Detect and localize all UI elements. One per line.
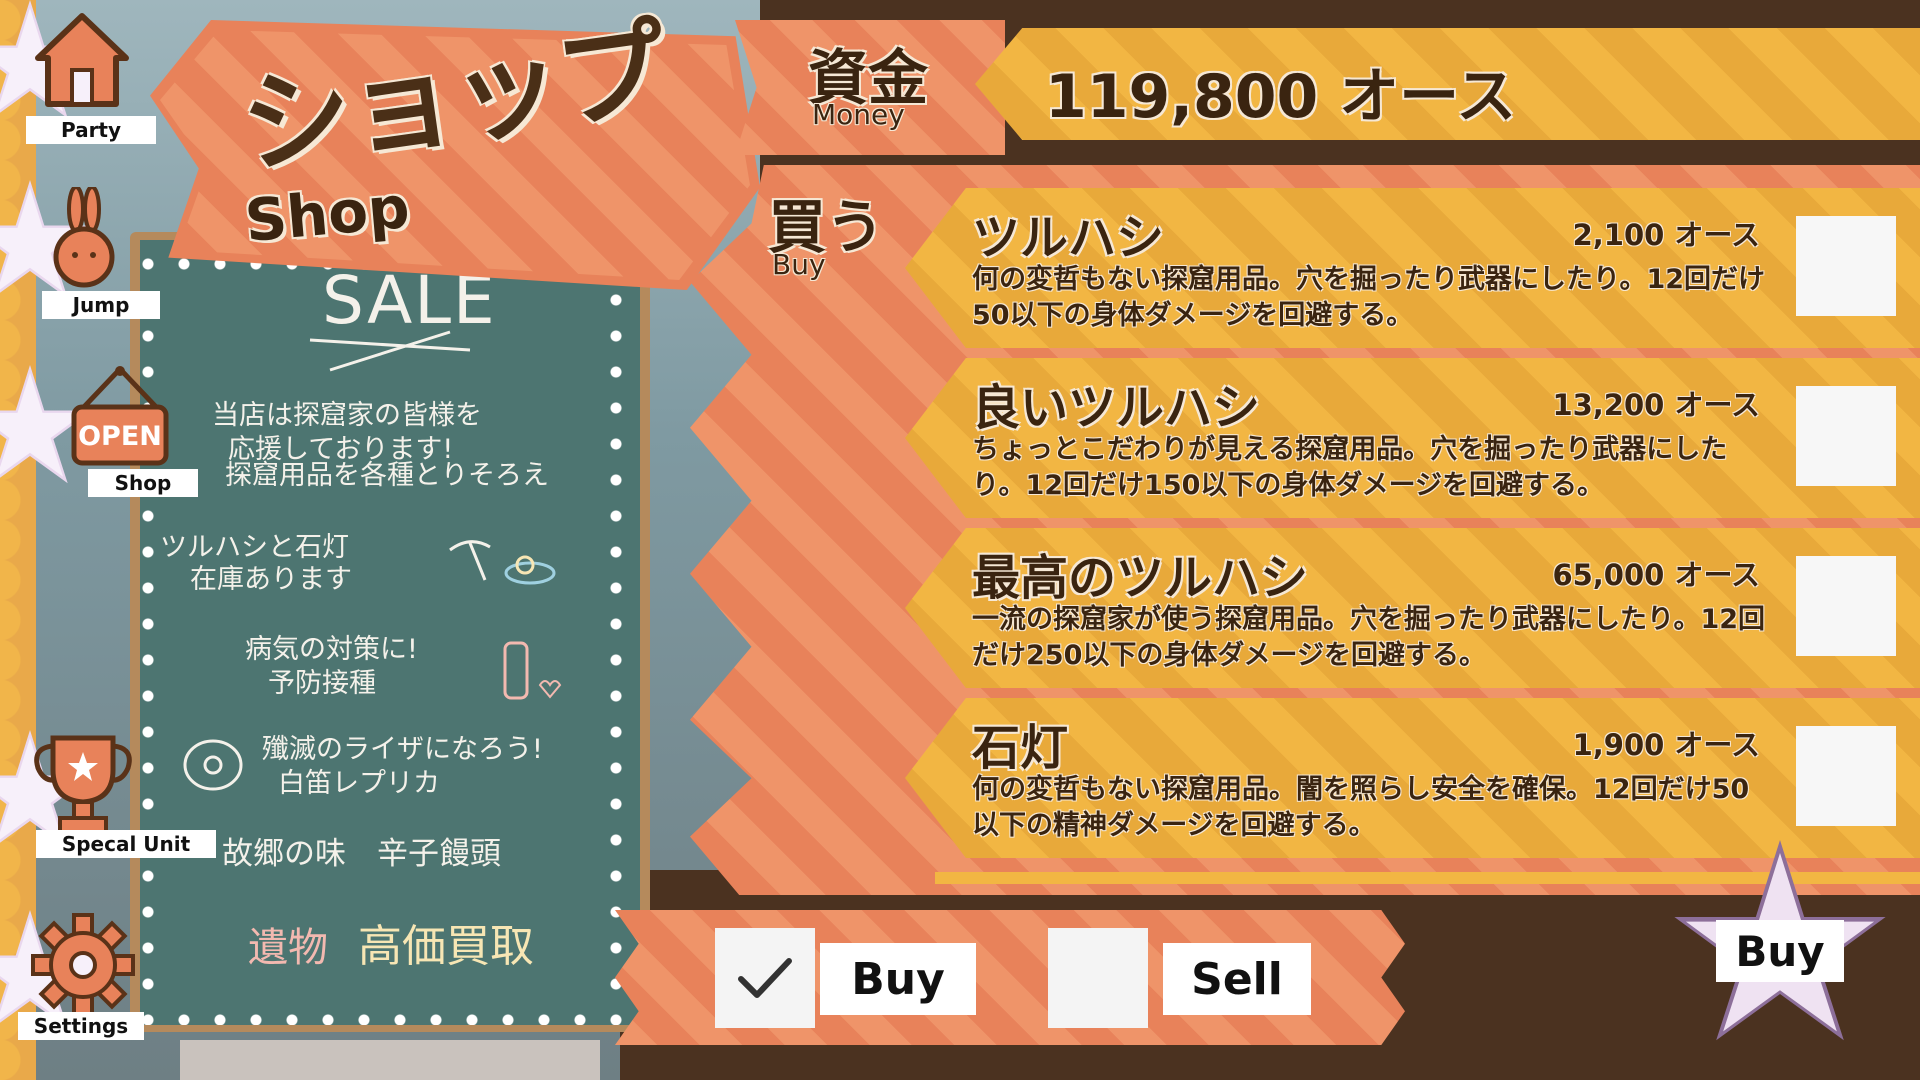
chalkboard-notice-5a: 遺物: [248, 925, 328, 971]
sidebar-item-settings[interactable]: Settings: [0, 900, 175, 1050]
sell-mode-label[interactable]: Sell: [1163, 943, 1311, 1015]
pickaxe-lamp-icon: [449, 540, 556, 585]
chalkboard-notice-2b: 予防接種: [268, 668, 376, 699]
chalk-underline: [309, 330, 471, 372]
item-description: 何の変哲もない探窟用品。闇を照らし安全を確保。12回だけ50以下の精神ダメージを…: [972, 774, 1750, 841]
sell-mode-checkbox[interactable]: [1048, 928, 1148, 1028]
item-select-checkbox[interactable]: [1796, 216, 1896, 316]
item-name: 石灯: [972, 720, 1069, 776]
sidebar-label-special-unit: Specal Unit: [36, 830, 216, 858]
item-price: 2,100 オース: [1572, 218, 1760, 252]
item-select-checkbox[interactable]: [1796, 386, 1896, 486]
chalkboard-notice-1b: 在庫あります: [190, 564, 352, 595]
chalkboard-notice-3b: 白笛レプリカ: [278, 768, 440, 799]
chalkboard-notice-4: 故郷の味 辛子饅頭: [222, 836, 501, 872]
sidebar-label-party: Party: [26, 116, 156, 144]
chalkboard-notice-1a: ツルハシと石灯: [160, 532, 349, 563]
chalkboard-notice-3a: 殲滅のライザになろう!: [262, 734, 543, 765]
checkmark-icon: [738, 958, 792, 998]
rabbit-icon: [53, 187, 115, 288]
whistle-replica-icon: [183, 739, 243, 791]
open-sign-text: OPEN: [78, 421, 162, 452]
sidebar-label-jump: Jump: [42, 291, 160, 319]
sidebar-label-shop: Shop: [88, 469, 198, 497]
sidebar-item-special-unit[interactable]: Specal Unit: [0, 720, 216, 870]
item-name: ツルハシ: [972, 210, 1165, 266]
item-name: 最高のツルハシ: [972, 550, 1309, 606]
home-icon: [35, 13, 129, 107]
chalkboard-notice-2a: 病気の対策に!: [245, 634, 418, 665]
chalkboard-intro-1: 当店は探窟家の皆様を: [212, 400, 482, 431]
item-name: 良いツルハシ: [972, 380, 1261, 436]
buy-section-label-en: Buy: [772, 248, 826, 281]
item-select-checkbox[interactable]: [1796, 726, 1896, 826]
item-price: 65,000 オース: [1552, 558, 1760, 592]
sidebar-label-settings: Settings: [18, 1012, 144, 1040]
chalkboard-stand: [180, 1040, 600, 1080]
chalkboard-intro-3: 探窟用品を各種とりそろえ: [225, 460, 549, 491]
trophy-icon: [34, 735, 132, 834]
vaccine-bottle-icon: [503, 641, 562, 700]
item-description: 一流の探窟家が使う探窟用品。穴を掘ったり武器にしたり。12回だけ250以下の身体…: [972, 604, 1766, 671]
sidebar-item-jump[interactable]: Jump: [0, 175, 175, 325]
buy-mode-label[interactable]: Buy: [820, 943, 976, 1015]
money-label-en: Money: [812, 98, 905, 131]
item-price: 13,200 オース: [1552, 388, 1760, 422]
item-description: 何の変哲もない探窟用品。穴を掘ったり武器にしたり。12回だけ50以下の身体ダメー…: [972, 264, 1766, 331]
item-price: 1,900 オース: [1572, 728, 1760, 762]
buy-action-label[interactable]: Buy: [1716, 920, 1844, 982]
item-description: ちょっとこだわりが見える探窟用品。穴を掘ったり武器にしたり。12回だけ150以下…: [972, 434, 1728, 501]
open-sign-icon: OPEN: [71, 366, 169, 466]
chalkboard-notice-5b: 高価買取: [358, 921, 534, 972]
buy-mode-checkbox[interactable]: [715, 928, 815, 1028]
sidebar-item-party[interactable]: Party: [0, 0, 175, 150]
page-title-en: Shop: [242, 172, 413, 256]
item-select-checkbox[interactable]: [1796, 556, 1896, 656]
gear-icon: [31, 913, 135, 1017]
money-value: 119,800 オース: [1045, 62, 1517, 132]
sidebar-item-shop[interactable]: OPEN Shop: [0, 355, 198, 505]
